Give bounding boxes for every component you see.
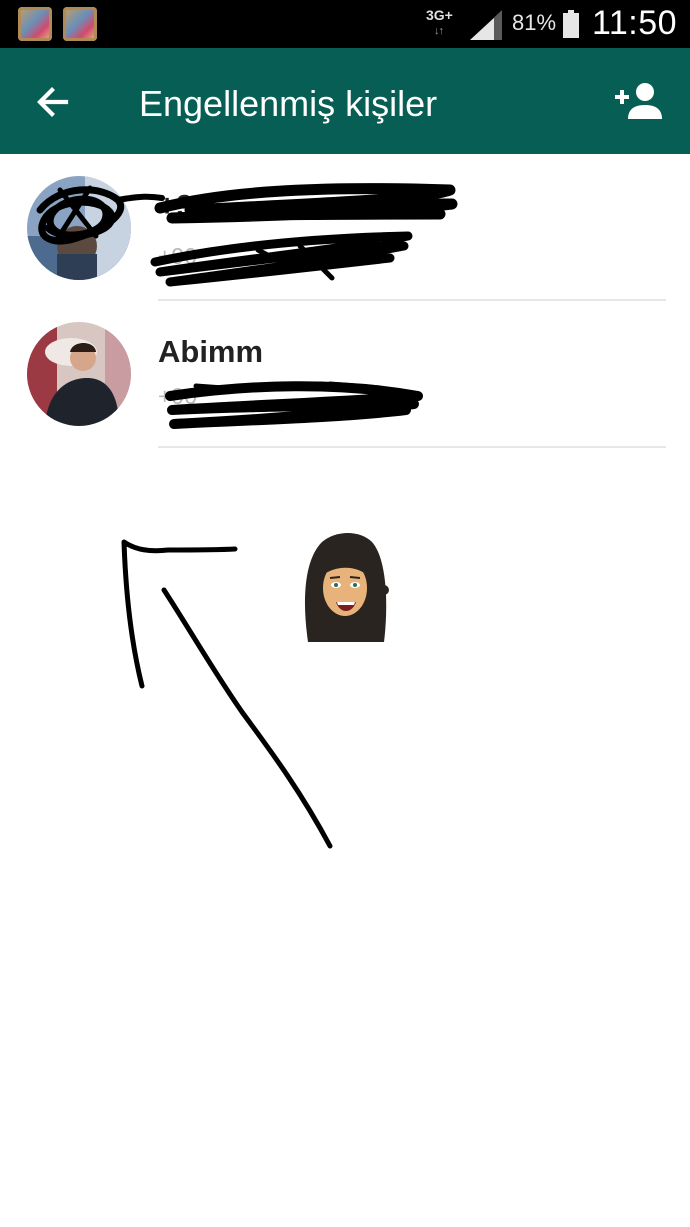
arrow-left-icon[interactable]	[30, 79, 76, 125]
battery-percent: 81%	[512, 10, 557, 35]
signal-icon	[470, 10, 502, 40]
notification-app-icon	[63, 7, 97, 41]
clock: 11:50	[592, 4, 678, 42]
redaction-scribble	[36, 183, 458, 429]
network-type: 3G+	[426, 7, 453, 23]
status-bar: 3G+ ↓↑ 81% 11:50	[0, 0, 690, 48]
page-title: Engellenmiş kişiler	[139, 83, 438, 124]
notification-app-icon	[18, 7, 52, 41]
bitmoji-sticker	[304, 533, 389, 642]
add-person-icon[interactable]	[614, 79, 664, 123]
network-activity-icon: ↓↑	[434, 25, 444, 37]
battery-icon	[563, 10, 579, 38]
app-bar: Engellenmiş kişiler	[0, 48, 690, 154]
